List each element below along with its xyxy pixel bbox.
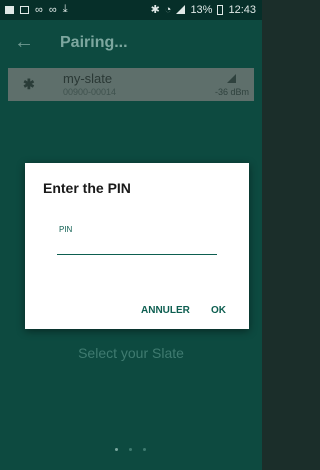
image-icon [20,5,29,14]
signal-icon [176,5,186,14]
app-screen: ∞ ∞ ⤓ ✱ ◔ 13% 12:43 ← Pairing... ✱ my-sl… [0,0,262,470]
toolbar: ← Pairing... [0,20,262,68]
pager-dot [115,448,118,451]
device-rssi: -36 dBm [214,87,249,97]
voicemail-icon: ∞ [35,3,43,16]
ok-button[interactable]: OK [211,305,226,316]
device-name: my-slate [63,71,113,86]
bluetooth-icon: ✱ [150,4,160,16]
cancel-button[interactable]: ANNULER [141,305,190,316]
arrow-left-icon[interactable]: ← [14,32,34,52]
wifi-icon: ◔ [164,3,172,16]
battery-percent: 13% [190,3,213,16]
dialog-title: Enter the PIN [43,180,131,196]
device-id: 00900-00014 [63,87,117,97]
voicemail-icon: ∞ [48,3,57,16]
message-icon [5,5,14,14]
device-list-item[interactable]: ✱ my-slate 00900-00014 -36 dBm [8,68,254,101]
page-title: Pairing... [60,34,128,51]
select-slate-hint: Select your Slate [78,345,184,361]
pin-field-label: PIN [59,225,73,234]
pin-input[interactable] [57,236,217,255]
pager-dot [129,448,132,451]
pin-dialog: Enter the PIN PIN ANNULER OK [25,163,249,329]
download-icon: ⤓ [62,3,68,15]
pager-indicator [115,448,146,451]
status-bar: ∞ ∞ ⤓ ✱ ◔ 13% 12:43 [0,0,262,20]
notification-icons: ∞ ∞ ⤓ [5,3,68,16]
system-icons: ✱ ◔ 13% 12:43 [150,3,256,17]
pager-dot [143,448,146,451]
signal-strength-icon [227,74,236,83]
bluetooth-icon: ✱ [23,76,35,92]
battery-icon [217,4,224,15]
clock: 12:43 [228,3,256,16]
